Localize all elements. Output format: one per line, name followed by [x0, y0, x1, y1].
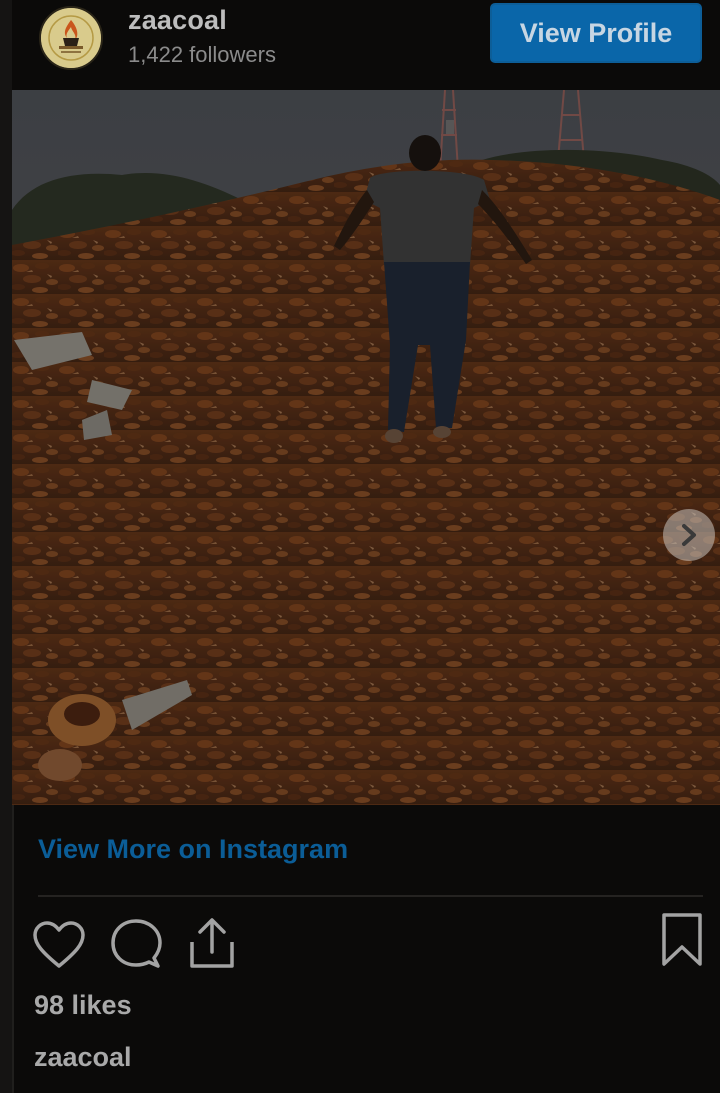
view-profile-button[interactable]: View Profile — [490, 3, 702, 63]
caption-username[interactable]: zaacoal — [34, 1042, 132, 1073]
post-photo[interactable] — [12, 90, 720, 805]
divider — [38, 895, 703, 897]
chevron-right-icon — [682, 524, 696, 546]
bookmark-icon[interactable] — [660, 912, 704, 968]
share-icon[interactable] — [188, 916, 236, 970]
zaacoal-logo-icon — [41, 8, 101, 68]
avatar[interactable] — [39, 6, 103, 70]
post-header: zaacoal 1,422 followers View Profile — [12, 0, 720, 90]
heart-icon[interactable] — [32, 920, 86, 970]
comment-icon[interactable] — [110, 918, 162, 970]
profile-username[interactable]: zaacoal — [128, 5, 227, 36]
follower-count: 1,422 followers — [128, 42, 276, 67]
like-count[interactable]: 98 likes — [34, 990, 132, 1021]
view-more-on-instagram-link[interactable]: View More on Instagram — [38, 834, 348, 865]
post-image — [12, 90, 720, 805]
carousel-next-button[interactable] — [663, 509, 715, 561]
